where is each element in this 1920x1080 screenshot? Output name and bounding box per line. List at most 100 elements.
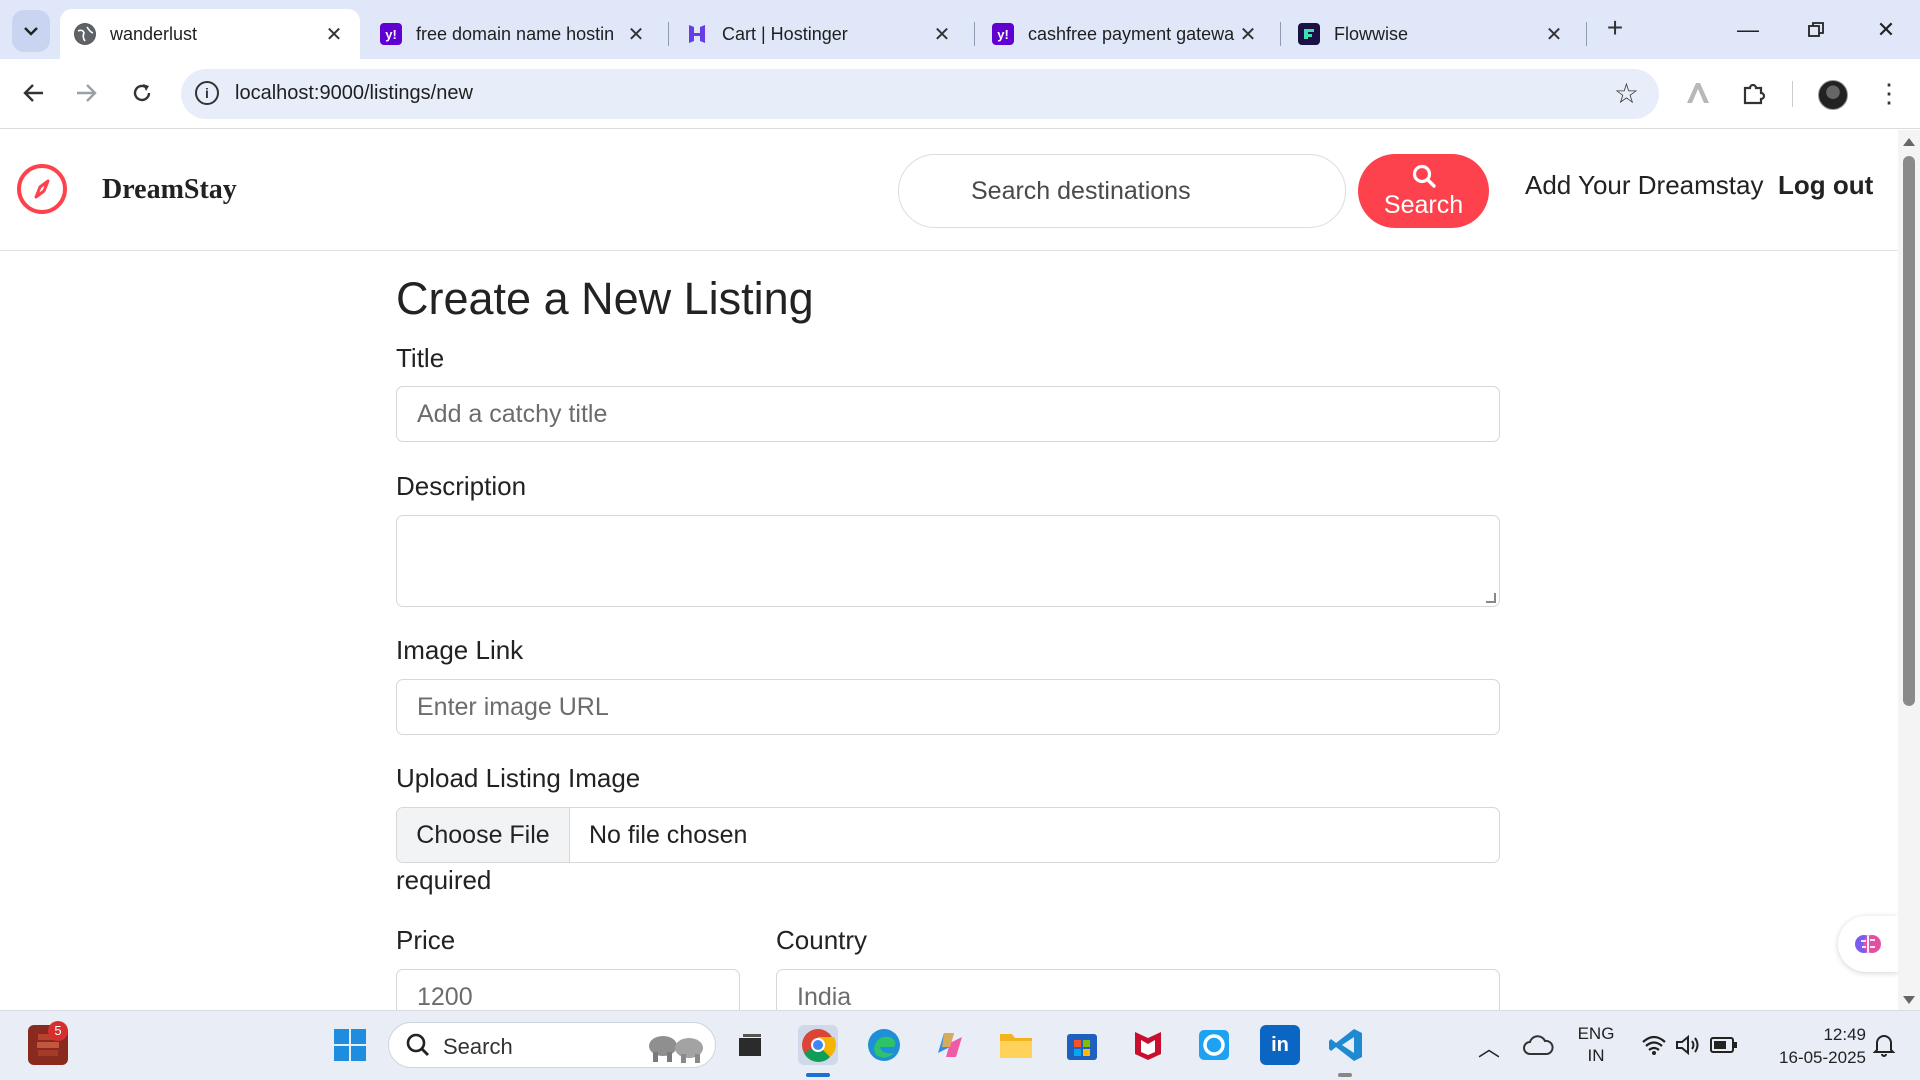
tab-separator bbox=[1586, 22, 1587, 46]
title-label: Title bbox=[396, 343, 445, 373]
brain-icon bbox=[1855, 935, 1881, 953]
edge-icon[interactable] bbox=[864, 1025, 904, 1065]
elephants-illustration-icon bbox=[649, 1036, 703, 1063]
alexa-icon[interactable] bbox=[1194, 1025, 1234, 1065]
yahoo-icon: y! bbox=[992, 23, 1014, 45]
file-upload-input[interactable]: Choose File No file chosen bbox=[396, 807, 1500, 863]
page-scrollbar[interactable] bbox=[1898, 130, 1920, 1010]
close-window-button[interactable]: ✕ bbox=[1858, 8, 1914, 52]
task-view-icon[interactable] bbox=[730, 1025, 770, 1065]
restore-icon bbox=[1808, 22, 1824, 37]
extension-a-icon[interactable] bbox=[1680, 75, 1716, 111]
logout-link[interactable]: Log out bbox=[1778, 170, 1873, 201]
back-button[interactable] bbox=[14, 73, 54, 113]
flowwise-icon bbox=[1298, 23, 1320, 45]
scroll-up-icon[interactable] bbox=[1903, 138, 1915, 146]
tab-title: Cart | Hostinger bbox=[722, 23, 848, 44]
price-input[interactable] bbox=[396, 969, 740, 1010]
info-icon[interactable]: i bbox=[195, 81, 219, 105]
copilot-icon[interactable] bbox=[930, 1025, 970, 1065]
notification-badge: 5 bbox=[48, 1021, 68, 1041]
tab-wanderlust[interactable]: wanderlust ✕ bbox=[60, 9, 360, 59]
volume-icon[interactable] bbox=[1668, 1025, 1708, 1065]
language-indicator[interactable]: ENG IN bbox=[1576, 1023, 1616, 1067]
close-icon[interactable]: ✕ bbox=[322, 22, 346, 47]
battery-icon[interactable] bbox=[1704, 1025, 1744, 1065]
tab-title: wanderlust bbox=[110, 23, 198, 44]
tab-separator bbox=[974, 22, 975, 46]
linkedin-icon[interactable]: in bbox=[1260, 1025, 1300, 1065]
bookmark-star-icon[interactable]: ☆ bbox=[1614, 77, 1639, 110]
choose-file-button[interactable]: Choose File bbox=[397, 808, 570, 862]
yahoo-icon: y! bbox=[380, 23, 402, 45]
new-tab-button[interactable]: + bbox=[1598, 12, 1632, 46]
tab-flowwise[interactable]: Flowwise ✕ bbox=[1284, 9, 1580, 59]
tab-cashfree[interactable]: y! cashfree payment gatewa ✕ bbox=[978, 9, 1274, 59]
tab-title: free domain name hostin bbox=[416, 23, 615, 44]
upload-image-label: Upload Listing Image bbox=[396, 763, 641, 793]
add-dreamstay-link[interactable]: Add Your Dreamstay bbox=[1525, 170, 1763, 201]
image-link-input[interactable] bbox=[396, 679, 1500, 735]
search-button[interactable]: Search bbox=[1358, 154, 1489, 228]
file-status-text: No file chosen bbox=[589, 821, 748, 849]
reload-button[interactable] bbox=[122, 73, 162, 113]
toolbar-divider bbox=[1792, 81, 1793, 107]
mcafee-icon[interactable] bbox=[1128, 1025, 1168, 1065]
extensions-puzzle-icon[interactable] bbox=[1736, 75, 1772, 111]
description-textarea[interactable] bbox=[396, 515, 1500, 607]
onedrive-icon[interactable] bbox=[1518, 1025, 1558, 1065]
required-text: required bbox=[396, 865, 492, 895]
close-icon[interactable]: ✕ bbox=[930, 22, 954, 47]
price-label: Price bbox=[396, 925, 456, 955]
taskbar-search-box[interactable]: Search bbox=[388, 1022, 716, 1068]
close-icon[interactable]: ✕ bbox=[1542, 22, 1566, 47]
description-label: Description bbox=[396, 471, 527, 501]
close-icon[interactable]: ✕ bbox=[624, 22, 648, 47]
close-icon[interactable]: ✕ bbox=[1236, 22, 1260, 47]
open-app-indicator bbox=[1338, 1073, 1352, 1077]
show-hidden-icons-chevron[interactable]: ︿ bbox=[1478, 1031, 1500, 1063]
notifications-bell-icon[interactable] bbox=[1864, 1025, 1904, 1065]
tab-cart-hostinger[interactable]: Cart | Hostinger ✕ bbox=[672, 9, 968, 59]
chrome-icon[interactable] bbox=[798, 1025, 838, 1065]
clock[interactable]: 12:49 16-05-2025 bbox=[1756, 1023, 1866, 1069]
minimize-button[interactable]: — bbox=[1720, 8, 1776, 52]
arrow-right-icon bbox=[77, 84, 97, 102]
compass-icon[interactable] bbox=[17, 164, 67, 214]
brand-name[interactable]: DreamStay bbox=[102, 174, 237, 206]
image-link-label: Image Link bbox=[396, 635, 524, 665]
assistant-float-button[interactable] bbox=[1838, 916, 1898, 972]
country-label: Country bbox=[776, 925, 868, 955]
scrollbar-thumb[interactable] bbox=[1903, 156, 1915, 706]
destination-search-input[interactable] bbox=[898, 154, 1346, 228]
search-icon bbox=[406, 1033, 429, 1056]
hostinger-icon bbox=[686, 23, 708, 45]
vscode-icon[interactable] bbox=[1326, 1025, 1366, 1065]
region-code: IN bbox=[1587, 1046, 1605, 1065]
address-bar[interactable]: i localhost:9000/listings/new ☆ bbox=[181, 69, 1659, 119]
resize-handle-icon[interactable] bbox=[1486, 593, 1496, 603]
tab-free-domain[interactable]: y! free domain name hostin ✕ bbox=[366, 9, 662, 59]
tab-title: cashfree payment gatewa bbox=[1028, 23, 1235, 44]
chevron-down-icon bbox=[24, 27, 38, 36]
tab-separator bbox=[1280, 22, 1281, 46]
browser-toolbar: i localhost:9000/listings/new ☆ ⋮ bbox=[0, 59, 1920, 129]
country-input[interactable] bbox=[776, 969, 1500, 1010]
windows-start-icon[interactable] bbox=[330, 1025, 370, 1065]
tab-strip: wanderlust ✕ y! free domain name hostin … bbox=[0, 0, 1920, 59]
file-explorer-icon[interactable] bbox=[996, 1025, 1036, 1065]
clock-date: 16-05-2025 bbox=[1779, 1048, 1866, 1067]
restore-button[interactable] bbox=[1788, 8, 1844, 52]
scroll-down-icon[interactable] bbox=[1903, 996, 1915, 1004]
menu-kebab-icon[interactable]: ⋮ bbox=[1876, 77, 1902, 109]
site-navbar: DreamStay Search Add Your Dreamstay Log … bbox=[0, 130, 1898, 251]
windows-taskbar: 5 Search in ︿ ENG IN 12:49 16-05-2025 bbox=[0, 1010, 1920, 1080]
clock-time: 12:49 bbox=[1823, 1025, 1866, 1044]
tab-search-button[interactable] bbox=[12, 10, 50, 52]
profile-avatar[interactable] bbox=[1818, 80, 1848, 110]
title-input[interactable] bbox=[396, 386, 1500, 442]
active-app-indicator bbox=[806, 1073, 830, 1077]
forward-button[interactable] bbox=[66, 73, 106, 113]
microsoft-store-icon[interactable] bbox=[1062, 1025, 1102, 1065]
taskbar-search-label: Search bbox=[443, 1034, 513, 1059]
